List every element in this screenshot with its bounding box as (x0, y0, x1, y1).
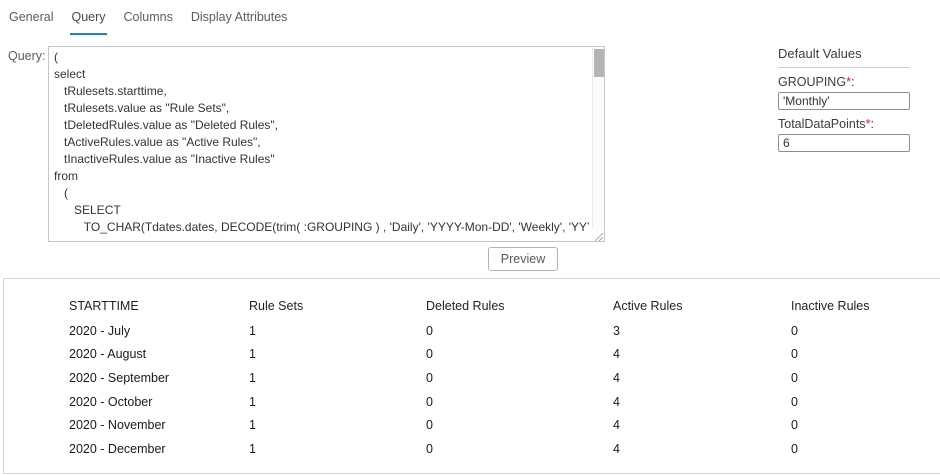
query-text-content: ( select tRulesets.starttime, tRulesets.… (54, 49, 589, 239)
cell-rule-sets: 1 (249, 418, 426, 432)
grouping-label-text: GROUPING (778, 75, 846, 89)
cell-starttime: 2020 - October (69, 395, 249, 409)
table-row: 2020 - October 1 0 4 0 (69, 390, 940, 414)
cell-starttime: 2020 - November (69, 418, 249, 432)
results-panel: STARTTIME Rule Sets Deleted Rules Active… (3, 278, 940, 474)
cell-starttime: 2020 - December (69, 442, 249, 456)
totaldatapoints-label-colon: : (870, 117, 873, 131)
cell-active-rules: 4 (613, 418, 791, 432)
cell-starttime: 2020 - September (69, 371, 249, 385)
cell-deleted-rules: 0 (426, 347, 613, 361)
tab-display-attributes[interactable]: Display Attributes (190, 7, 289, 35)
column-header-starttime: STARTTIME (69, 299, 249, 313)
cell-active-rules: 4 (613, 442, 791, 456)
grouping-input[interactable] (778, 92, 910, 110)
cell-deleted-rules: 0 (426, 371, 613, 385)
column-header-deleted-rules: Deleted Rules (426, 299, 613, 313)
cell-inactive-rules: 0 (791, 395, 940, 409)
cell-rule-sets: 1 (249, 442, 426, 456)
query-textarea[interactable]: ( select tRulesets.starttime, tRulesets.… (48, 46, 605, 242)
column-header-inactive-rules: Inactive Rules (791, 299, 940, 313)
tab-columns[interactable]: Columns (123, 7, 174, 35)
default-values-title: Default Values (778, 46, 910, 68)
tab-query[interactable]: Query (70, 7, 106, 35)
cell-inactive-rules: 0 (791, 347, 940, 361)
tab-general[interactable]: General (8, 7, 54, 35)
results-table: STARTTIME Rule Sets Deleted Rules Active… (69, 292, 940, 461)
cell-rule-sets: 1 (249, 395, 426, 409)
resize-handle-icon[interactable] (592, 229, 604, 241)
cell-active-rules: 4 (613, 371, 791, 385)
table-body: 2020 - July 1 0 3 0 2020 - August 1 0 4 … (69, 319, 940, 461)
query-field-label: Query: (8, 49, 46, 63)
cell-deleted-rules: 0 (426, 442, 613, 456)
cell-active-rules: 4 (613, 347, 791, 361)
column-header-active-rules: Active Rules (613, 299, 791, 313)
cell-deleted-rules: 0 (426, 395, 613, 409)
cell-inactive-rules: 0 (791, 371, 940, 385)
grouping-label-colon: : (851, 75, 854, 89)
preview-button[interactable]: Preview (488, 247, 558, 271)
tab-bar: General Query Columns Display Attributes (8, 7, 304, 35)
cell-rule-sets: 1 (249, 347, 426, 361)
table-row: 2020 - August 1 0 4 0 (69, 343, 940, 367)
totaldatapoints-label: TotalDataPoints*: (778, 117, 910, 131)
cell-inactive-rules: 0 (791, 442, 940, 456)
table-row: 2020 - December 1 0 4 0 (69, 437, 940, 461)
query-editor-page: { "colors": { "accent": "#1787b8", "aste… (0, 0, 940, 475)
cell-rule-sets: 1 (249, 324, 426, 338)
cell-inactive-rules: 0 (791, 324, 940, 338)
default-values-panel: Default Values GROUPING*: TotalDataPoint… (778, 46, 910, 152)
query-scrollbar[interactable] (592, 47, 604, 241)
cell-deleted-rules: 0 (426, 418, 613, 432)
table-row: 2020 - July 1 0 3 0 (69, 319, 940, 343)
totaldatapoints-input[interactable] (778, 134, 910, 152)
cell-starttime: 2020 - July (69, 324, 249, 338)
grouping-label: GROUPING*: (778, 75, 910, 89)
column-header-rule-sets: Rule Sets (249, 299, 426, 313)
cell-deleted-rules: 0 (426, 324, 613, 338)
table-row: 2020 - September 1 0 4 0 (69, 366, 940, 390)
table-row: 2020 - November 1 0 4 0 (69, 413, 940, 437)
cell-active-rules: 4 (613, 395, 791, 409)
cell-rule-sets: 1 (249, 371, 426, 385)
cell-starttime: 2020 - August (69, 347, 249, 361)
scrollbar-thumb[interactable] (594, 49, 604, 77)
cell-inactive-rules: 0 (791, 418, 940, 432)
totaldatapoints-label-text: TotalDataPoints (778, 117, 866, 131)
cell-active-rules: 3 (613, 324, 791, 338)
table-header-row: STARTTIME Rule Sets Deleted Rules Active… (69, 292, 940, 319)
